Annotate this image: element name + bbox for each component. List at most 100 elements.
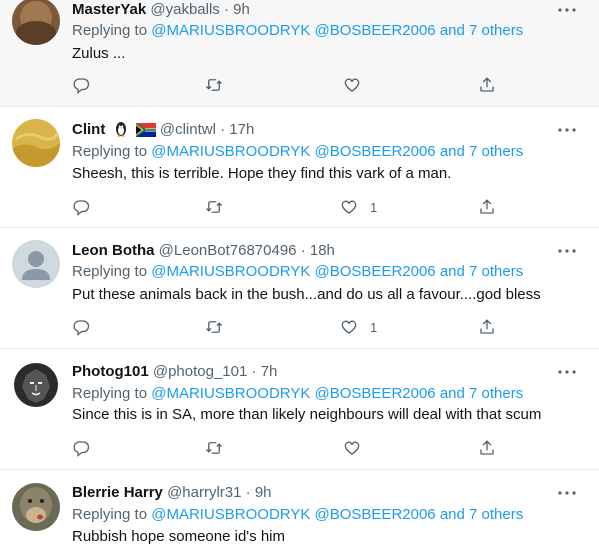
tweet[interactable]: MasterYak @yakballs · 9h Replying to @MA… [0, 0, 599, 107]
timestamp[interactable]: 18h [310, 242, 335, 259]
share-button[interactable] [478, 197, 496, 217]
more-icon[interactable] [555, 483, 579, 503]
timestamp[interactable]: 9h [255, 484, 272, 501]
display-name[interactable]: Photog101 [72, 363, 149, 380]
replying-to: Replying to @MARIUSBROODRYK @BOSBEER2006… [72, 262, 523, 282]
mention-links[interactable]: @MARIUSBROODRYK @BOSBEER2006 and 7 other… [151, 263, 523, 280]
retweet-icon [206, 442, 222, 454]
like-button[interactable]: 1 [340, 317, 377, 337]
share-button[interactable] [478, 75, 496, 95]
like-icon [341, 320, 357, 334]
tweet-actions [72, 438, 512, 458]
more-icon[interactable] [555, 0, 579, 20]
separator-dot: · [251, 363, 257, 380]
like-button[interactable] [343, 438, 373, 458]
share-icon [480, 319, 494, 334]
user-handle[interactable]: @yakballs [150, 1, 219, 18]
separator-dot: · [300, 242, 306, 259]
share-icon [480, 77, 494, 92]
avatar[interactable] [12, 361, 60, 409]
avatar[interactable] [12, 483, 60, 531]
reply-feed: MasterYak @yakballs · 9h Replying to @MA… [0, 0, 599, 547]
replying-to-label: Replying to [72, 506, 152, 523]
timestamp[interactable]: 17h [229, 121, 254, 138]
share-icon [480, 440, 494, 455]
share-icon [480, 199, 494, 214]
retweet-icon [206, 79, 222, 91]
tweet-header: MasterYak @yakballs · 9h [72, 0, 250, 20]
retweet-icon [206, 321, 222, 333]
share-button[interactable] [478, 317, 496, 337]
replying-to: Replying to @MARIUSBROODRYK @BOSBEER2006… [72, 384, 523, 404]
reply-button[interactable] [72, 317, 90, 337]
reply-icon [73, 78, 90, 94]
retweet-button[interactable] [205, 75, 223, 95]
tweet-header: Clint @clintwl · 17h [72, 120, 254, 140]
more-icon[interactable] [555, 120, 579, 140]
retweet-button[interactable] [205, 317, 223, 337]
reply-icon [73, 441, 90, 457]
penguin-emoji-icon [113, 121, 129, 143]
avatar[interactable] [12, 0, 60, 45]
like-button[interactable]: 1 [340, 197, 377, 217]
tweet-text: Sheesh, this is terrible. Hope they find… [72, 165, 452, 182]
tweet-header: Blerrie Harry @harrylr31 · 9h [72, 483, 272, 503]
reply-icon [73, 320, 90, 336]
like-count: 1 [370, 199, 378, 215]
replying-to-label: Replying to [72, 263, 152, 280]
mention-links[interactable]: @MARIUSBROODRYK @BOSBEER2006 and 7 other… [151, 22, 523, 39]
retweet-icon [206, 201, 222, 213]
tweet-actions: 1 [72, 197, 512, 217]
reply-button[interactable] [72, 197, 90, 217]
replying-to-label: Replying to [72, 22, 152, 39]
display-name[interactable]: Leon Botha [72, 242, 155, 259]
display-name[interactable]: Blerrie Harry [72, 484, 163, 501]
mention-links[interactable]: @MARIUSBROODRYK @BOSBEER2006 and 7 other… [151, 385, 523, 402]
tweet[interactable]: Blerrie Harry @harrylr31 · 9h Replying t… [0, 470, 599, 547]
retweet-button[interactable] [205, 438, 223, 458]
tweet-actions: 1 [72, 317, 512, 337]
more-icon[interactable] [555, 241, 579, 261]
mention-links[interactable]: @MARIUSBROODRYK @BOSBEER2006 and 7 other… [151, 143, 523, 160]
tweet-text: Zulus ... [72, 45, 126, 62]
reply-button[interactable] [72, 438, 90, 458]
replying-to-label: Replying to [72, 385, 152, 402]
like-icon [344, 441, 360, 455]
user-handle[interactable]: @harrylr31 [167, 484, 241, 501]
user-handle[interactable]: @photog_101 [153, 363, 247, 380]
like-icon [341, 200, 357, 214]
retweet-button[interactable] [205, 197, 223, 217]
more-icon[interactable] [555, 362, 579, 382]
tweet[interactable]: Leon Botha @LeonBot76870496 · 18h Replyi… [0, 228, 599, 349]
display-name[interactable]: Clint [72, 121, 105, 138]
tweet[interactable]: Photog101 @photog_101 · 7h Replying to @… [0, 349, 599, 470]
tweet-text: Put these animals back in the bush...and… [72, 286, 541, 303]
tweet-text: Since this is in SA, more than likely ne… [72, 406, 542, 423]
south-africa-flag-icon [135, 123, 156, 143]
avatar[interactable] [12, 119, 60, 167]
replying-to: Replying to @MARIUSBROODRYK @BOSBEER2006… [72, 505, 523, 525]
like-button[interactable] [343, 75, 373, 95]
timestamp[interactable]: 9h [233, 1, 250, 18]
reply-button[interactable] [72, 75, 90, 95]
share-button[interactable] [478, 438, 496, 458]
tweet-header: Photog101 @photog_101 · 7h [72, 362, 277, 382]
tweet[interactable]: Clint @clintwl · 17h Replying to @MARIUS… [0, 107, 599, 228]
replying-to: Replying to @MARIUSBROODRYK @BOSBEER2006… [72, 142, 523, 162]
tweet-header: Leon Botha @LeonBot76870496 · 18h [72, 241, 335, 261]
display-name[interactable]: MasterYak [72, 1, 146, 18]
mention-links[interactable]: @MARIUSBROODRYK @BOSBEER2006 and 7 other… [151, 506, 523, 523]
replying-to-label: Replying to [72, 143, 152, 160]
avatar[interactable] [12, 240, 60, 288]
user-handle[interactable]: @clintwl [160, 121, 216, 138]
user-handle[interactable]: @LeonBot76870496 [159, 242, 297, 259]
reply-icon [73, 200, 90, 216]
timestamp[interactable]: 7h [261, 363, 278, 380]
replying-to: Replying to @MARIUSBROODRYK @BOSBEER2006… [72, 21, 523, 41]
tweet-actions [72, 75, 512, 95]
tweet-text: Rubbish hope someone id's him [72, 528, 285, 545]
separator-dot: · [220, 121, 226, 138]
like-icon [344, 78, 360, 92]
separator-dot: · [245, 484, 251, 501]
separator-dot: · [223, 1, 229, 18]
